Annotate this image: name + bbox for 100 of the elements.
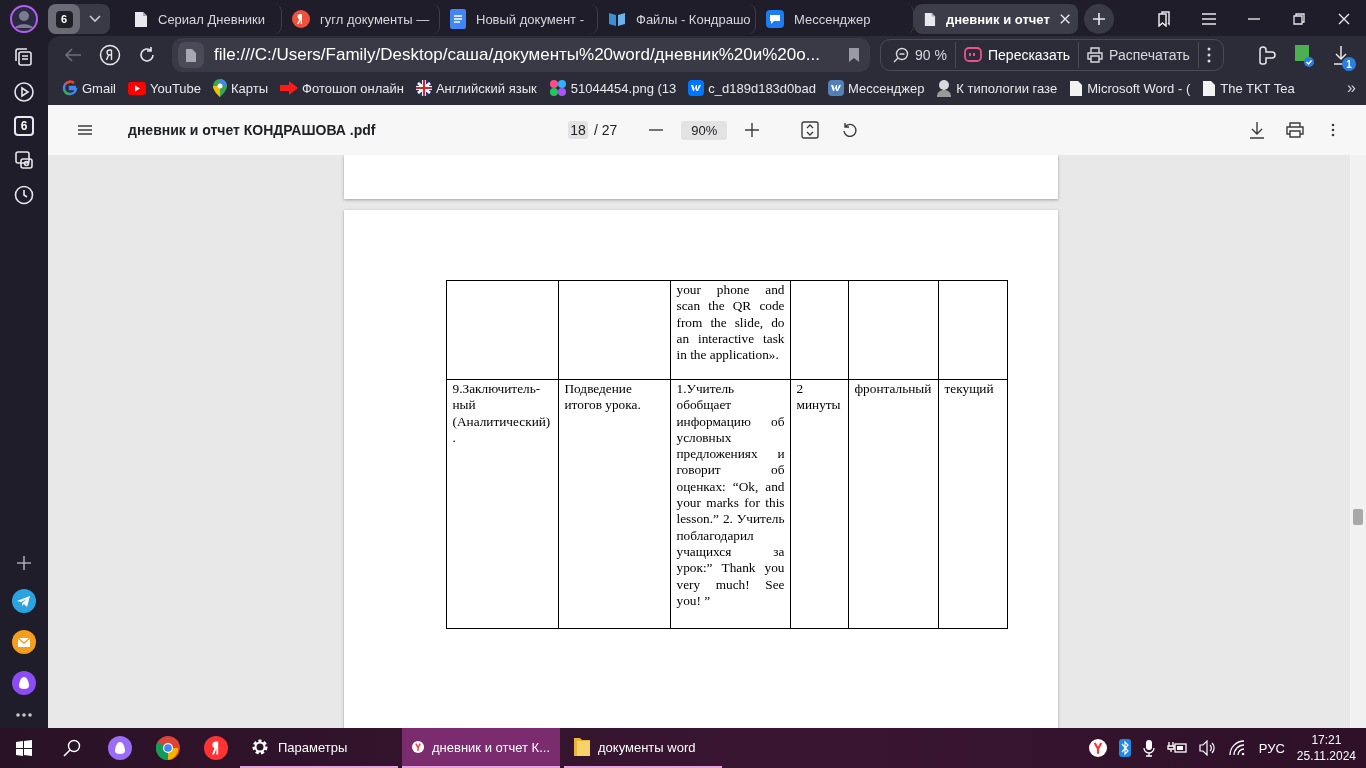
page-number-field[interactable]: 18 [568,121,588,139]
table-cell: текущий [938,379,1007,629]
address-bar[interactable]: file:///C:/Users/Family/Desktop/саша/документы%20word/дневник%20и%20о... [172,38,871,72]
chevron-icon [89,15,101,23]
envelope-icon[interactable] [12,630,36,654]
minus-icon [649,129,664,131]
plus-icon [745,123,760,137]
menu-icon [1201,13,1216,25]
bookmark-link[interactable]: 51044454.png (13 [548,79,677,97]
bookmark-link[interactable]: Мессенджер [828,80,925,96]
google-icon [62,80,78,96]
restore-icon [1292,13,1305,25]
paper-plane-icon[interactable] [12,589,36,613]
folder-icon [574,736,590,758]
browser-tab[interactable]: дневник и отчет [914,4,1078,34]
browser-tab[interactable]: Сериал Дневники [124,4,282,34]
language-indicator[interactable]: РУС [1258,740,1285,756]
printer-icon [1286,122,1304,138]
taskbar-window-button[interactable]: дневник и отчет К... [402,728,560,768]
collections-icon[interactable] [13,46,35,68]
microphone-icon[interactable] [1142,739,1155,757]
bookmark-link[interactable]: c_d189d183d0bad [688,80,816,96]
bookmark-link[interactable]: Gmail [62,80,116,96]
avatar-icon[interactable] [10,5,38,33]
page-icon [924,10,936,28]
more-icon[interactable] [15,712,33,718]
battery-icon[interactable] [1166,741,1187,755]
chat-icon [766,10,784,28]
dots-icon [548,79,567,97]
document-icon [450,9,466,29]
plus-icon[interactable] [15,554,33,572]
quote-icon [964,46,982,64]
table-cell: Подведение итогов урока. [558,379,670,629]
table-cell: 2 минуты [790,379,848,629]
downloads-button[interactable]: 1 [1324,39,1358,71]
assistant-icon [108,736,132,760]
vk-icon [828,80,844,96]
printer-icon [1087,47,1104,63]
back-arrow-icon [63,47,82,63]
page-icon [134,10,148,28]
bookmark-link[interactable]: YouTube [127,80,202,96]
tab-group-button[interactable]: 6 [48,4,80,34]
search-icon [63,739,81,757]
yandex-icon [204,736,228,760]
assistant-icon[interactable] [12,671,36,695]
screenshot-icon[interactable] [13,149,35,171]
browser-icon[interactable] [1088,739,1107,757]
map-pin-icon [213,79,228,97]
zoom-button[interactable]: 90 % [885,42,956,68]
yandex-logo-icon [99,44,122,66]
bookmark-link[interactable]: Карты [213,79,269,97]
browser-tab[interactable]: Файлы - Кондрашо [598,4,756,34]
arrow-icon [280,81,299,95]
clock-icon[interactable] [13,184,35,206]
bookmark-link[interactable]: Microsoft Word - ( [1069,79,1191,97]
bookmark-icon[interactable] [848,47,861,63]
document-title: дневник и отчет КОНДРАШОВА .pdf [128,122,377,138]
browser-tab[interactable]: Мессенджер [756,4,914,34]
bluetooth-icon[interactable] [1118,739,1131,757]
tab-group-button[interactable]: 6 [14,116,34,136]
page-icon [1202,79,1217,97]
clock[interactable]: 17:21 25.11.2024 [1296,732,1356,764]
taskbar-window-button[interactable]: документы word [564,728,722,768]
table-cell: 1.Учитель обобщает информацию об условных предложениях и говорит об оценках: “Ok, and your marks for this lesson.” 2. Учитель поблагодарил учащихся за урок:” Thank you very much! See you! ” [670,379,790,629]
file-icon [178,42,205,68]
close-icon[interactable] [1059,13,1070,25]
wifi-icon[interactable] [1228,740,1247,756]
fit-page-icon [801,121,820,139]
bookmark-link[interactable]: Фотошоп онлайн [280,80,404,96]
bookmark-link[interactable]: К типологии газе [936,79,1058,97]
new-tab-button[interactable] [1084,4,1114,34]
taskbar-window-button[interactable]: Параметры [240,728,398,768]
page-total: / 27 [594,122,618,138]
table-cell: фронтальный [848,379,938,629]
page-icon [1069,79,1084,97]
browser-tab[interactable]: гугл документы — [282,4,440,34]
book-icon [608,11,626,27]
play-icon[interactable] [13,81,35,103]
close-icon [1337,13,1350,25]
windows-icon [16,740,32,756]
yandex-icon [292,10,310,28]
scrollbar[interactable] [1350,155,1366,728]
table-cell: 9.Заключитель-ный (Аналитический). [446,379,558,629]
volume-icon[interactable] [1198,740,1217,756]
retell-button[interactable]: Пересказать [956,42,1080,68]
bookmarks-icon [1156,11,1171,27]
download-icon [1250,121,1264,139]
bookmark-link[interactable]: Английский язык [415,80,537,96]
print-button[interactable]: Распечатать [1079,42,1199,68]
bookmark-link[interactable]: The TKT Tea [1202,79,1295,97]
more-bookmarks-button[interactable]: » [1341,79,1362,97]
zoom-level[interactable]: 90% [681,120,728,140]
play-button-icon [127,81,146,95]
chrome-icon [156,736,180,760]
figure-icon [936,79,953,97]
extension-icon [1256,45,1277,65]
zoom-out-icon [893,47,910,63]
browser-tab[interactable]: Новый документ - [440,4,598,34]
plus-icon [1092,12,1106,26]
rotate-icon [842,122,859,138]
